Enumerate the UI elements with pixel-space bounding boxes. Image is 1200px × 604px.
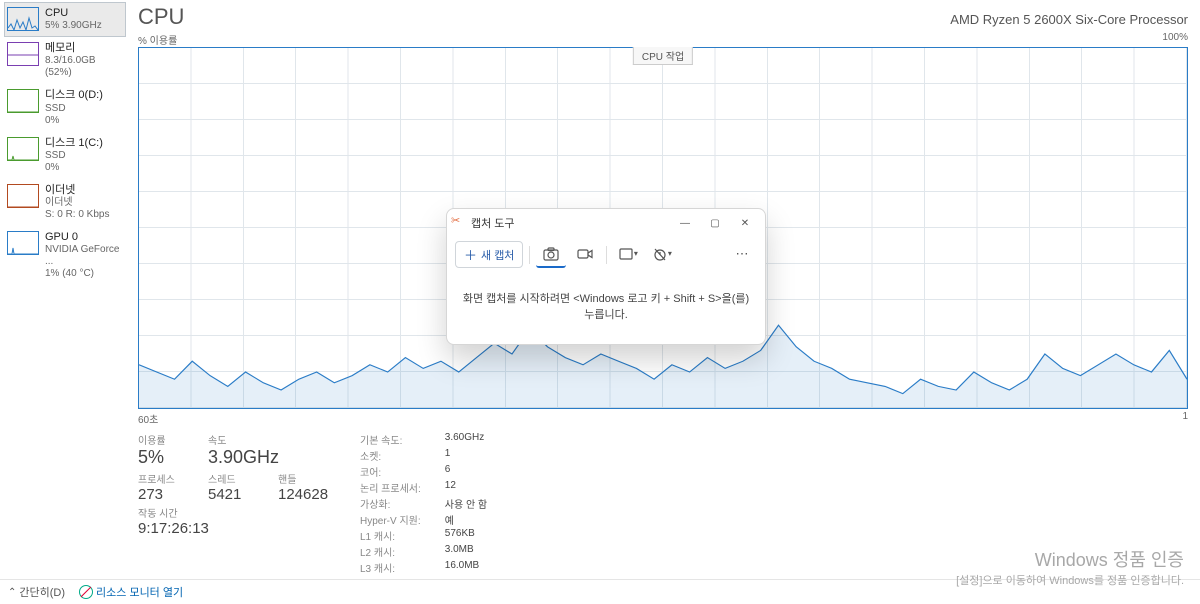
sidebar-item--[interactable]: 이더넷 이더넷 S: 0 R: 0 Kbps (4, 179, 126, 226)
spec-value: 1 (445, 448, 487, 463)
more-icon: ⋯ (736, 246, 749, 262)
stat-speed: 3.90GHz (208, 447, 279, 469)
spec-label: 논리 프로세서: (360, 480, 421, 495)
spec-label: L3 캐시: (360, 560, 421, 575)
stat-uptime: 9:17:26:13 (138, 520, 209, 537)
fewer-details-label: 간단히(D) (19, 584, 65, 600)
spec-label: 코어: (360, 464, 421, 479)
spec-table: 기본 속도: 3.60GHz 소켓: 1 코어: 6 논리 프로세서: 12 가상화: 사용 안 … (360, 432, 487, 575)
minimize-button[interactable]: — (671, 213, 699, 233)
stat-label-uptime: 작동 시간 (138, 505, 209, 520)
stat-label-handle: 핸들 (278, 471, 330, 486)
stat-label-proc: 프로세스 (138, 471, 190, 486)
plus-icon: ＋ (464, 245, 477, 264)
spec-value: 예 (445, 512, 487, 527)
shape-mode-button[interactable]: ▾ (613, 242, 643, 268)
sidebar-item--[interactable]: 메모리 8.3/16.0GB (52%) (4, 37, 126, 84)
fewer-details-button[interactable]: ⌃ 간단히(D) (8, 584, 65, 600)
page-subtitle: AMD Ryzen 5 2600X Six-Core Processor (950, 12, 1188, 27)
open-resmon-link[interactable]: 리소스 모니터 열기 (79, 584, 183, 600)
chevron-up-icon: ⌃ (8, 587, 16, 598)
sidebar-sub2: 1% (40 °C) (45, 268, 123, 280)
sidebar-title: GPU 0 (45, 231, 123, 244)
delay-button[interactable]: ▾ (647, 242, 677, 268)
sidebar-sub1: NVIDIA GeForce ... (45, 244, 123, 268)
resmon-icon (79, 585, 93, 599)
sidebar-thumb (7, 7, 39, 31)
new-capture-button[interactable]: ＋ 새 캡처 (455, 241, 523, 268)
sidebar-sub1: SSD (45, 150, 103, 162)
spec-value: 3.0MB (445, 544, 487, 559)
spec-label: L1 캐시: (360, 528, 421, 543)
dialog-hint: 화면 캡처를 시작하려면 <Windows 로고 키 + Shift + S>을… (447, 276, 765, 344)
snipping-tool-window[interactable]: 캡처 도구 — ▢ ✕ ＋ 새 캡처 ▾ ▾ ⋯ 화면 (446, 208, 766, 345)
stat-label-thread: 스레드 (208, 471, 260, 486)
camera-mode-button[interactable] (536, 242, 566, 268)
sidebar-title: 이더넷 (45, 184, 109, 197)
camera-icon (543, 247, 559, 261)
video-mode-button[interactable] (570, 242, 600, 268)
stat-handle: 124628 (278, 486, 330, 503)
spec-value: 576KB (445, 528, 487, 543)
spec-label: Hyper-V 지원: (360, 512, 421, 527)
sidebar-thumb (7, 231, 39, 255)
spec-value: 16.0MB (445, 560, 487, 575)
rect-icon (619, 248, 633, 260)
spec-label: 기본 속도: (360, 432, 421, 447)
sidebar-item--0-d-[interactable]: 디스크 0(D:) SSD 0% (4, 84, 126, 131)
x-axis-max: 1 (1182, 411, 1188, 426)
y-axis-max: 100% (1162, 32, 1188, 47)
stat-thread: 5421 (208, 486, 260, 503)
stat-label-util: 이용률 (138, 432, 190, 447)
sidebar-title: 메모리 (45, 42, 123, 55)
scissors-icon (453, 217, 465, 229)
sidebar-item-gpu-0[interactable]: GPU 0 NVIDIA GeForce ... 1% (40 °C) (4, 226, 126, 285)
stat-label-speed: 속도 (208, 432, 279, 447)
x-axis-min: 60초 (138, 411, 158, 426)
sidebar-sub2: S: 0 R: 0 Kbps (45, 209, 109, 221)
sidebar-sub1: 8.3/16.0GB (52%) (45, 55, 123, 79)
sidebar-sub1: 이더넷 (45, 197, 109, 209)
sidebar-thumb (7, 184, 39, 208)
video-icon (577, 248, 593, 260)
sidebar-sub2: 0% (45, 162, 103, 174)
sidebar-title: CPU (45, 7, 102, 20)
sidebar-thumb (7, 137, 39, 161)
spec-label: L2 캐시: (360, 544, 421, 559)
more-button[interactable]: ⋯ (727, 242, 757, 268)
page-title: CPU (138, 4, 184, 30)
stat-proc: 273 (138, 486, 190, 503)
sidebar-title: 디스크 0(D:) (45, 89, 103, 102)
spec-value: 3.60GHz (445, 432, 487, 447)
sidebar-title: 디스크 1(C:) (45, 137, 103, 150)
spec-value: 6 (445, 464, 487, 479)
spec-label: 가상화: (360, 496, 421, 511)
open-resmon-label: 리소스 모니터 열기 (96, 584, 183, 600)
sidebar: CPU 5% 3.90GHz 메모리 8.3/16.0GB (52%) 디스크 … (0, 0, 130, 579)
spec-value: 12 (445, 480, 487, 495)
sidebar-item--1-c-[interactable]: 디스크 1(C:) SSD 0% (4, 132, 126, 179)
sidebar-sub2: 0% (45, 115, 103, 127)
new-capture-label: 새 캡처 (481, 247, 514, 263)
sidebar-thumb (7, 89, 39, 113)
sidebar-thumb (7, 42, 39, 66)
stat-util: 5% (138, 447, 190, 469)
spec-label: 소켓: (360, 448, 421, 463)
close-button[interactable]: ✕ (731, 213, 759, 233)
sidebar-sub1: 5% 3.90GHz (45, 20, 102, 32)
maximize-button[interactable]: ▢ (701, 213, 729, 233)
y-axis-label: % 이용률 (138, 32, 177, 47)
sidebar-sub1: SSD (45, 103, 103, 115)
dialog-title: 캡처 도구 (471, 215, 515, 231)
timer-off-icon (653, 247, 667, 261)
spec-value: 사용 안 함 (445, 496, 487, 511)
sidebar-item-cpu[interactable]: CPU 5% 3.90GHz (4, 2, 126, 37)
